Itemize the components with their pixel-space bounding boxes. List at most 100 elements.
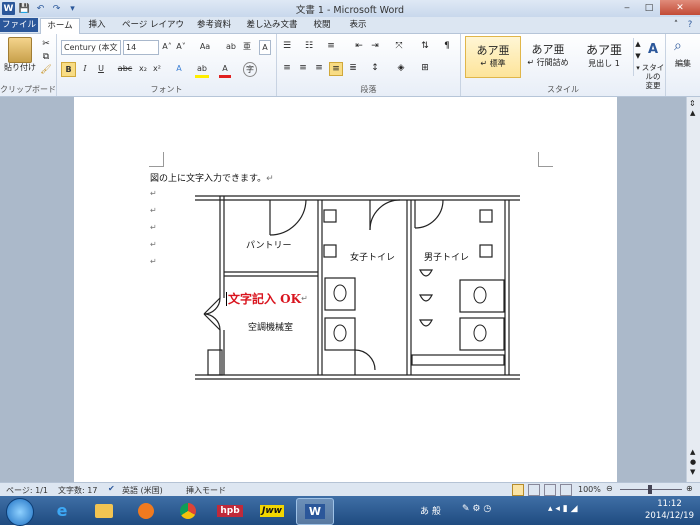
format-painter-icon[interactable]: 🖌 xyxy=(40,64,52,76)
scroll-up-arrow[interactable]: ▲ xyxy=(690,109,695,117)
close-button[interactable]: ✕ xyxy=(660,0,700,15)
zoom-level[interactable]: 100% xyxy=(578,485,601,494)
align-center-icon[interactable]: ≡ xyxy=(297,62,309,74)
ruler-toggle-icon[interactable]: ⇕ xyxy=(689,99,696,108)
char-border-button[interactable]: A xyxy=(259,40,271,55)
style-normal[interactable]: あア亜 ↵ 標準 xyxy=(465,36,521,78)
explorer-icon[interactable] xyxy=(86,498,122,523)
align-right-icon[interactable]: ≡ xyxy=(313,62,325,74)
strikethrough-button[interactable]: abc xyxy=(117,62,133,75)
multilevel-list-icon[interactable]: ≡ xyxy=(325,40,337,52)
tab-file[interactable]: ファイル xyxy=(0,18,38,32)
paste-button-label[interactable]: 貼り付け xyxy=(2,62,38,73)
shrink-font-button[interactable]: A˅ xyxy=(175,40,187,53)
tab-home[interactable]: ホーム xyxy=(40,18,80,34)
style-no-spacing[interactable]: あア亜 ↵ 行間詰め xyxy=(521,36,575,76)
taskbar-app-jww[interactable]: Jww xyxy=(254,498,290,523)
numbering-icon[interactable]: ☷ xyxy=(303,40,315,52)
folder-icon xyxy=(95,503,113,518)
minimize-ribbon-icon[interactable]: ˄ xyxy=(670,18,682,32)
font-color-button[interactable]: A xyxy=(219,62,231,78)
empty-paragraph-mark: ↵ xyxy=(150,223,157,232)
borders-icon[interactable]: ⊞ xyxy=(419,62,431,74)
media-player-icon[interactable] xyxy=(128,498,164,523)
outline-view-icon[interactable] xyxy=(560,484,572,496)
sort-icon[interactable]: ⇅ xyxy=(419,40,431,52)
play-icon xyxy=(138,502,154,519)
browse-buttons[interactable]: ▲ ● ▼ xyxy=(690,447,696,477)
web-layout-view-icon[interactable] xyxy=(544,484,556,496)
proofing-icon[interactable]: ✔ xyxy=(108,484,115,493)
taskbar-app-word[interactable]: W xyxy=(296,498,334,525)
change-case-button[interactable]: Aa xyxy=(197,40,213,53)
tab-review[interactable]: 校閲 xyxy=(308,18,336,32)
word-count[interactable]: 文字数: 17 xyxy=(58,485,97,496)
clock[interactable]: 11:12 2014/12/19 xyxy=(645,498,694,522)
phonetic-guide-button[interactable]: 亜 xyxy=(241,40,253,53)
annotation-text-box[interactable]: 文字記入 OK ↵ xyxy=(226,290,308,307)
font-size-select[interactable]: 14 xyxy=(123,40,159,55)
taskbar-app-hpb[interactable]: hpb xyxy=(212,498,248,523)
ie-icon[interactable]: e xyxy=(44,498,80,523)
paragraph-mark: ↵ xyxy=(301,294,308,303)
change-styles-button[interactable]: A スタイルの 変更 xyxy=(641,36,665,90)
clipboard-group: 貼り付け ✂ ⧉ 🖌 クリップボード xyxy=(0,34,57,96)
align-left-icon[interactable]: ≡ xyxy=(281,62,293,74)
tab-references[interactable]: 参考資料 xyxy=(192,18,236,32)
tray-icons[interactable]: ▴ ◂ ▮ ◢ xyxy=(548,504,578,514)
line-spacing-icon[interactable]: ↕ xyxy=(369,62,381,74)
clear-format-button[interactable]: ab xyxy=(225,40,237,53)
font-name-select[interactable]: Century (本文 xyxy=(61,40,121,55)
language-indicator[interactable]: 英語 (米国) xyxy=(122,485,163,496)
decrease-indent-icon[interactable]: ⇤ xyxy=(353,40,365,52)
text-effects-button[interactable]: A xyxy=(173,62,185,75)
enclose-char-button[interactable]: 字 xyxy=(243,62,257,77)
full-screen-view-icon[interactable] xyxy=(528,484,540,496)
print-layout-view-icon[interactable] xyxy=(512,484,524,496)
cut-icon[interactable]: ✂ xyxy=(40,38,52,50)
tab-insert[interactable]: 挿入 xyxy=(82,18,112,32)
style-sample: あア亜 xyxy=(476,44,510,57)
chrome-icon[interactable] xyxy=(170,498,206,523)
find-icon[interactable]: ⌕ xyxy=(674,38,682,54)
zoom-slider-thumb[interactable] xyxy=(648,485,652,494)
grow-font-button[interactable]: A˄ xyxy=(161,40,173,53)
editing-button-label[interactable]: 編集 xyxy=(668,58,698,69)
bullets-icon[interactable]: ☰ xyxy=(281,40,293,52)
zoom-out-button[interactable]: ⊖ xyxy=(606,484,613,493)
bold-button[interactable]: B xyxy=(61,62,76,77)
italic-button[interactable]: I xyxy=(79,62,91,75)
justify-icon[interactable]: ≡ xyxy=(329,62,343,76)
zoom-in-button[interactable]: ⊕ xyxy=(686,484,693,493)
distributed-icon[interactable]: ≣ xyxy=(347,62,359,74)
men-door-swing xyxy=(414,199,444,229)
superscript-button[interactable]: x² xyxy=(151,62,163,75)
subscript-button[interactable]: x₂ xyxy=(137,62,149,75)
char-width-icon[interactable]: ⤧ xyxy=(393,40,405,52)
tab-view[interactable]: 表示 xyxy=(344,18,372,32)
ime-indicator[interactable]: あ 般 xyxy=(420,504,441,517)
taskbar: e hpb Jww W あ 般 ✎ ⚙ ◷ ▴ ◂ ▮ ◢ 11:12 2014… xyxy=(0,496,700,526)
ime-tools-icon[interactable]: ✎ ⚙ ◷ xyxy=(462,504,491,514)
highlight-button[interactable]: ab xyxy=(195,62,209,78)
shading-icon[interactable]: ◈ xyxy=(395,62,407,74)
first-line-text: 図の上に文字入力できます。 xyxy=(150,174,267,184)
increase-indent-icon[interactable]: ⇥ xyxy=(369,40,381,52)
style-heading1[interactable]: あア亜 見出し 1 xyxy=(577,36,631,76)
tab-page-layout[interactable]: ページ レイアウト xyxy=(118,18,188,44)
show-marks-icon[interactable]: ¶ xyxy=(441,40,453,52)
tab-mailings[interactable]: 差し込み文書 xyxy=(244,18,300,32)
urinal xyxy=(419,269,433,277)
insert-mode[interactable]: 挿入モード xyxy=(186,485,226,496)
page-count[interactable]: ページ: 1/1 xyxy=(6,485,48,496)
maximize-button[interactable]: □ xyxy=(638,0,660,15)
empty-paragraph-mark: ↵ xyxy=(150,240,157,249)
underline-button[interactable]: U xyxy=(95,62,107,75)
minimize-button[interactable]: ‒ xyxy=(616,0,638,15)
start-button[interactable] xyxy=(6,498,34,526)
help-icon[interactable]: ? xyxy=(684,18,696,32)
copy-icon[interactable]: ⧉ xyxy=(40,51,52,63)
paste-icon[interactable] xyxy=(8,37,32,63)
document-first-line[interactable]: 図の上に文字入力できます。↵ xyxy=(150,171,274,184)
vertical-scrollbar[interactable]: ⇕ ▲ ▲ ● ▼ xyxy=(686,97,700,482)
